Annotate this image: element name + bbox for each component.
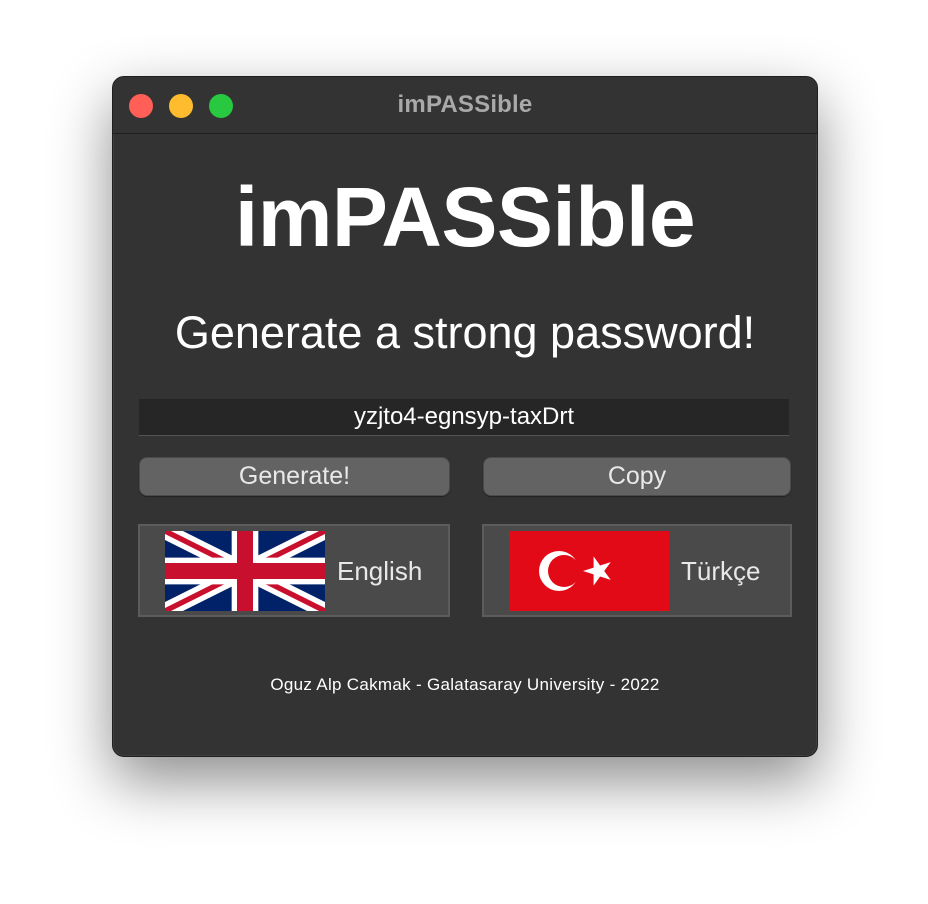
turkey-flag-icon [509, 531, 669, 611]
uk-flag-icon [165, 531, 325, 611]
app-window: imPASSible imPASSible Generate a strong … [112, 76, 818, 757]
title-bar[interactable]: imPASSible [113, 77, 817, 134]
password-output-field[interactable]: yzjto4-egnsyp-taxDrt [139, 399, 789, 436]
language-label-turkish: Türkçe [681, 556, 761, 586]
language-english-button[interactable]: English [138, 524, 450, 617]
subtitle: Generate a strong password! [174, 307, 756, 358]
copy-button[interactable]: Copy [483, 457, 791, 496]
app-title: imPASSible [234, 170, 696, 264]
language-turkish-button[interactable]: Türkçe [482, 524, 792, 617]
generate-button[interactable]: Generate! [139, 457, 450, 496]
footer-credit: Oguz Alp Cakmak - Galatasaray University… [270, 675, 660, 694]
window-title: imPASSible [397, 91, 533, 118]
language-label-english: English [337, 556, 423, 586]
